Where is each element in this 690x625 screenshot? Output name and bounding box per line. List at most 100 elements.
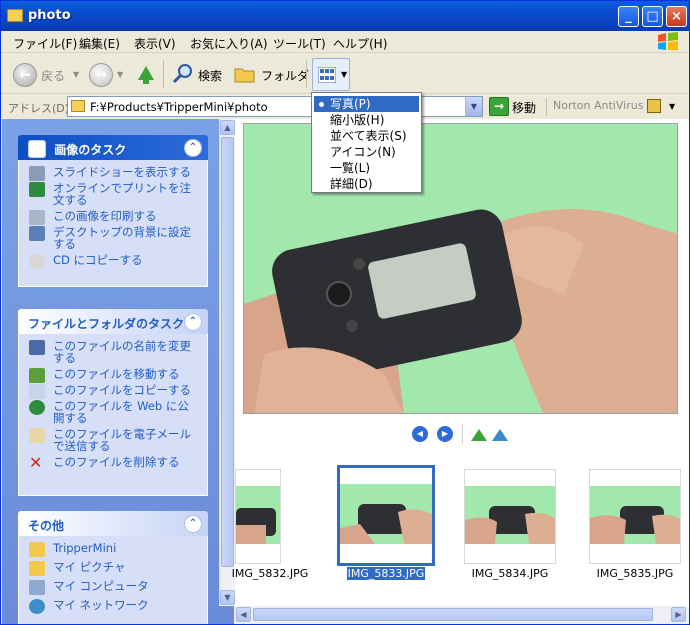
place-my-pictures[interactable]: マイ ピクチャ	[29, 561, 199, 576]
windows-logo-icon	[658, 32, 678, 50]
task-delete[interactable]: ✕ このファイルを削除する	[29, 455, 199, 471]
menu-help[interactable]: ヘルプ(H)	[333, 35, 387, 52]
task-move[interactable]: このファイルを移動する	[29, 368, 199, 383]
explorer-window: photo _ □ × ファイル(F) 編集(E) 表示(V) お気に入り(A)…	[0, 0, 690, 625]
task-email[interactable]: このファイルを電子メールで送信する	[29, 428, 199, 452]
photo-preview[interactable]	[243, 123, 678, 414]
place-my-network[interactable]: マイ ネットワーク	[29, 599, 199, 614]
place-my-computer[interactable]: マイ コンピュータ	[29, 580, 199, 595]
toolbar-divider	[163, 60, 164, 88]
scroll-down-icon[interactable]: ▼	[220, 590, 235, 605]
view-option-tiles[interactable]: 並べて表示(S)	[314, 128, 419, 144]
photo-image	[244, 124, 677, 413]
filename: IMG_5834.JPG	[471, 567, 549, 580]
task-set-background[interactable]: デスクトップの背景に設定する	[29, 226, 199, 250]
view-option-thumbnails[interactable]: 縮小版(H)	[314, 112, 419, 128]
folders-icon[interactable]	[234, 64, 258, 84]
thumbnail[interactable]	[464, 469, 556, 564]
chevron-down-icon[interactable]: ▼	[669, 102, 675, 111]
globe-icon	[29, 182, 45, 197]
go-button[interactable]: 移動	[512, 99, 536, 116]
rotate-left-icon[interactable]	[471, 429, 487, 441]
task-order-prints[interactable]: オンラインでプリントを注文する	[29, 182, 199, 206]
view-option-photo[interactable]: 写真(P)	[314, 96, 419, 112]
thumbnail-label[interactable]: IMG_5835.JPG	[580, 567, 690, 580]
rotate-right-icon[interactable]	[492, 429, 508, 441]
title-bar[interactable]: photo _ □ ×	[1, 1, 689, 31]
filename: IMG_5833.JPG	[346, 567, 426, 580]
divider	[546, 98, 547, 116]
previous-image-icon[interactable]: ◀	[412, 426, 428, 442]
search-icon[interactable]	[171, 63, 195, 85]
close-button[interactable]: ×	[666, 6, 687, 27]
thumbnail-label[interactable]: IMG_5834.JPG	[455, 567, 565, 580]
thumbnail-image	[465, 470, 555, 563]
filmstrip-scrollbar[interactable]: ◀ ▶	[235, 606, 689, 624]
norton-icon[interactable]	[647, 99, 661, 113]
option-label: 縮小版(H)	[330, 113, 385, 127]
menu-file[interactable]: ファイル(F)	[13, 35, 77, 52]
back-arrow-icon[interactable]: ←	[13, 63, 37, 87]
filmstrip: IMG_5832.JPG IMG_5833.JPG IMG_5834.JPG I…	[232, 461, 690, 606]
option-label: 写真(P)	[330, 97, 371, 111]
collapse-icon[interactable]: ⌃	[184, 515, 202, 533]
other-places-header[interactable]: その他 ⌃	[18, 511, 208, 536]
divider	[462, 424, 463, 444]
menu-favorites[interactable]: お気に入り(A)	[190, 35, 268, 52]
image-tasks-header[interactable]: 画像のタスク ⌃	[18, 135, 208, 160]
task-copy-cd[interactable]: CD にコピーする	[29, 254, 199, 269]
thumbnail-selected[interactable]	[337, 465, 435, 566]
scroll-up-icon[interactable]: ▲	[220, 120, 235, 135]
view-option-list[interactable]: 一覧(L)	[314, 160, 419, 176]
minimize-button[interactable]: _	[618, 6, 639, 27]
printer-icon	[29, 210, 45, 225]
thumbnail-image	[590, 470, 680, 563]
up-folder-icon[interactable]	[135, 62, 157, 86]
collapse-icon[interactable]: ⌃	[184, 139, 202, 157]
forward-dropdown-icon[interactable]: ▼	[117, 70, 123, 79]
thumbnail-image	[236, 470, 280, 563]
thumbnail-label[interactable]: IMG_5832.JPG	[215, 567, 325, 580]
image-icon	[28, 140, 46, 158]
scroll-right-icon[interactable]: ▶	[671, 607, 686, 622]
menu-tools[interactable]: ツール(T)	[273, 35, 326, 52]
panel-body: このファイルの名前を変更する このファイルを移動する このファイルをコピーする …	[18, 334, 208, 496]
menu-edit[interactable]: 編集(E)	[79, 35, 120, 52]
task-label: このファイルを電子メールで送信する	[53, 427, 191, 453]
thumbnail[interactable]	[235, 469, 281, 564]
collapse-icon[interactable]: ⌃	[184, 313, 202, 331]
address-dropdown-icon[interactable]: ▼	[465, 97, 482, 116]
task-copy[interactable]: このファイルをコピーする	[29, 384, 199, 399]
task-label: デスクトップの背景に設定する	[53, 225, 191, 251]
menu-bar: ファイル(F) 編集(E) 表示(V) お気に入り(A) ツール(T) ヘルプ(…	[1, 31, 689, 53]
task-slideshow[interactable]: スライドショーを表示する	[29, 166, 199, 181]
view-option-icons[interactable]: アイコン(N)	[314, 144, 419, 160]
back-label[interactable]: 戻る	[41, 67, 65, 84]
task-pane: 画像のタスク ⌃ スライドショーを表示する オンラインでプリントを注文する この…	[2, 119, 234, 624]
scroll-thumb[interactable]	[253, 608, 653, 621]
menu-view[interactable]: 表示(V)	[134, 35, 176, 52]
thumbnail[interactable]	[589, 469, 681, 564]
thumbnail-label[interactable]: IMG_5833.JPG	[331, 567, 441, 580]
task-label: このファイルを削除する	[53, 455, 180, 469]
panel-body: スライドショーを表示する オンラインでプリントを注文する この画像を印刷する デ…	[18, 160, 208, 287]
place-triptermini[interactable]: TripperMini	[29, 542, 199, 557]
sidebar-scrollbar[interactable]: ▲ ▼	[219, 119, 235, 606]
scroll-left-icon[interactable]: ◀	[236, 607, 251, 622]
next-image-icon[interactable]: ▶	[437, 426, 453, 442]
view-option-details[interactable]: 詳細(D)	[314, 176, 419, 192]
search-button[interactable]: 検索	[198, 67, 222, 84]
maximize-button[interactable]: □	[642, 6, 663, 27]
views-button[interactable]: ▼	[312, 58, 350, 91]
go-arrow-icon[interactable]: →	[489, 97, 509, 116]
task-publish[interactable]: このファイルを Web に公開する	[29, 400, 199, 424]
task-print[interactable]: この画像を印刷する	[29, 210, 199, 225]
forward-arrow-icon[interactable]: →	[89, 63, 113, 87]
file-tasks-header[interactable]: ファイルとフォルダのタスク ⌃	[18, 309, 208, 334]
image-tasks-panel: 画像のタスク ⌃ スライドショーを表示する オンラインでプリントを注文する この…	[18, 135, 208, 287]
back-dropdown-icon[interactable]: ▼	[73, 70, 79, 79]
folders-button[interactable]: フォルダ	[261, 67, 309, 84]
scroll-thumb[interactable]	[221, 137, 234, 567]
task-rename[interactable]: このファイルの名前を変更する	[29, 340, 199, 364]
antivirus-label[interactable]: Norton AntiVirus	[553, 99, 643, 112]
